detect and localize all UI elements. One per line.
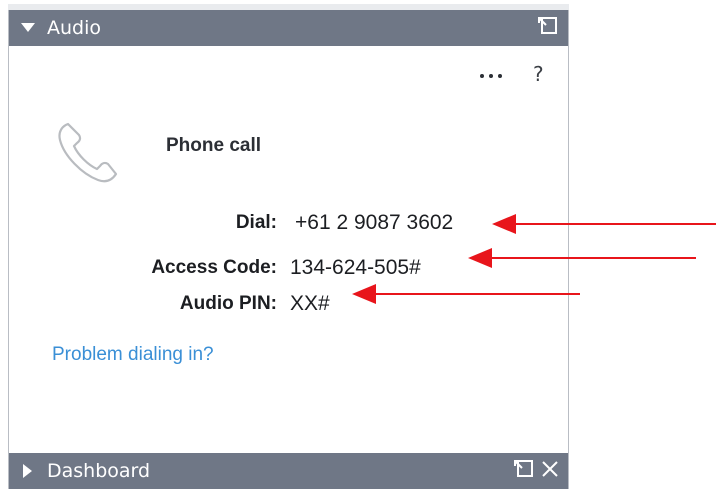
annotation-arrow-dial <box>492 214 716 234</box>
annotation-arrow-audio-pin <box>352 284 580 304</box>
annotation-arrow-access-code <box>468 248 696 268</box>
annotation-arrows <box>352 214 716 304</box>
